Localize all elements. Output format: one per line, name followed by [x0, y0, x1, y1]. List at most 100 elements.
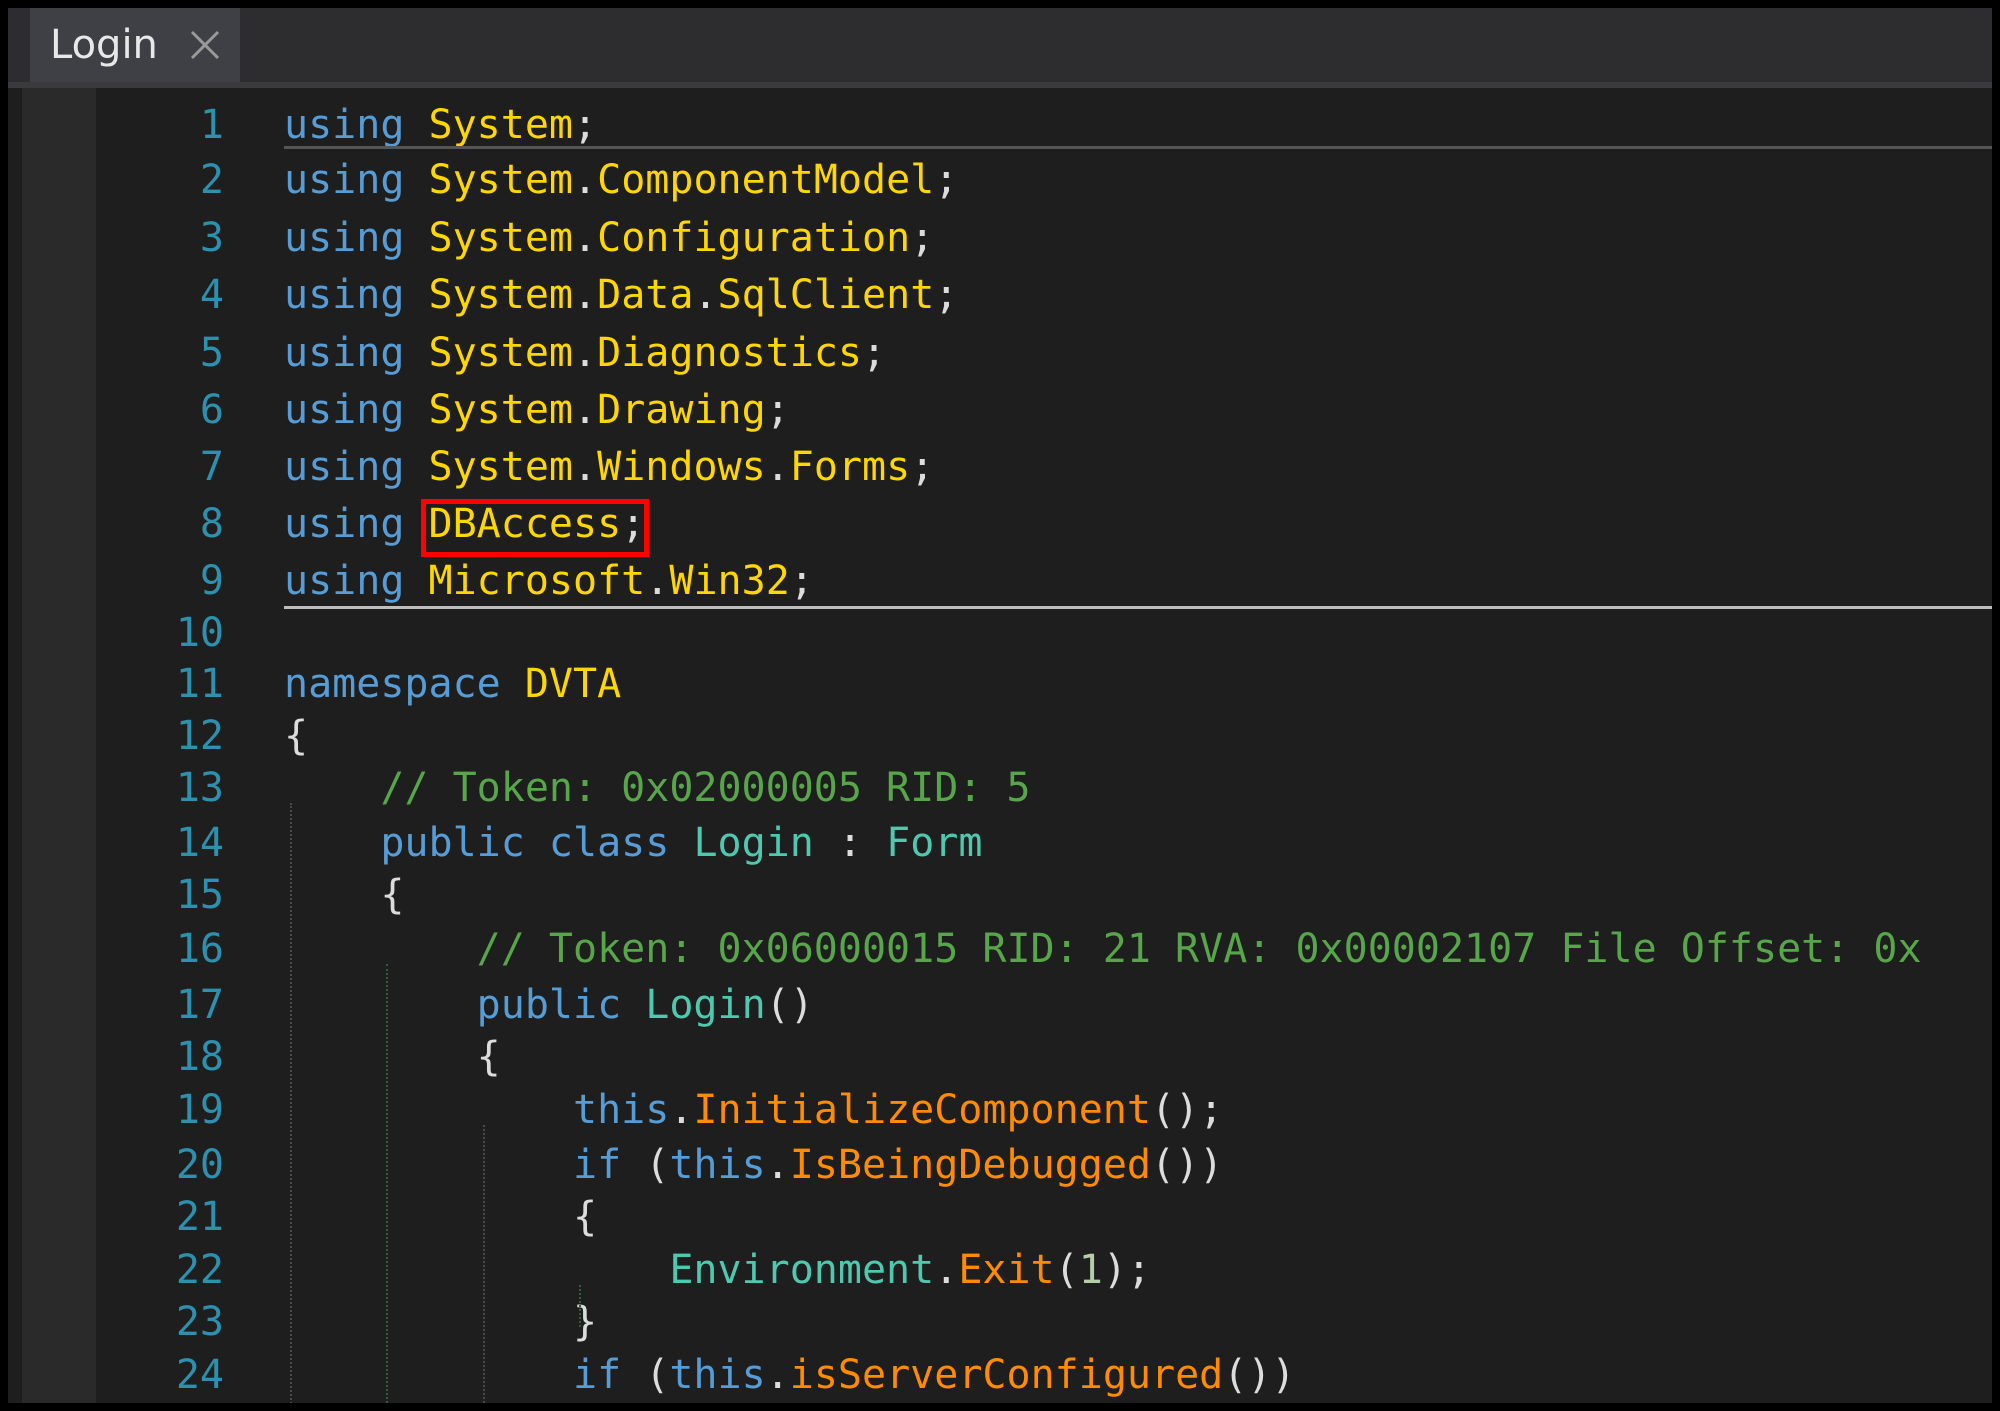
line-number: 3	[199, 215, 224, 261]
line-number: 17	[175, 982, 224, 1028]
code-token: ;	[910, 215, 935, 261]
line-number: 19	[175, 1087, 224, 1133]
code-line: 23 }	[8, 1297, 1992, 1347]
code-token: public	[476, 982, 622, 1028]
code-line: 13 // Token: 0x02000005 RID: 5	[8, 763, 1992, 813]
code-text: using System.Windows.Forms;	[284, 442, 934, 492]
code-line: 2 using System.ComponentModel;	[8, 155, 1992, 205]
code-token: using	[284, 330, 405, 376]
code-token: using	[284, 157, 405, 203]
line-number: 22	[175, 1247, 224, 1293]
code-token: .	[573, 215, 598, 261]
code-token: this	[669, 1142, 766, 1188]
code-editor[interactable]: 1 using System; 2 using System. ComponentMod…	[8, 88, 1992, 1403]
close-icon[interactable]	[188, 28, 222, 62]
code-token: ;	[862, 330, 887, 376]
code-token: public	[380, 820, 525, 866]
indent-guide	[386, 964, 389, 1403]
code-text: using System.Diagnostics;	[284, 328, 886, 378]
code-token: Login	[693, 820, 814, 866]
code-token: System	[428, 102, 574, 148]
code-token: .	[765, 1142, 790, 1188]
line-number: 12	[175, 713, 224, 759]
code-token: );	[1102, 1247, 1151, 1293]
code-token: .	[573, 387, 598, 433]
code-token: if	[572, 1142, 622, 1188]
code-token: DVTA	[524, 661, 622, 707]
code-line: 8 using DBAccess;	[8, 499, 1992, 549]
code-token: using	[284, 501, 405, 547]
code-token: (	[621, 1142, 670, 1188]
code-token: namespace	[284, 661, 501, 707]
code-token: if	[572, 1352, 622, 1398]
code-token: using	[284, 387, 405, 433]
highlight-box	[420, 499, 650, 557]
code-line: 5 using System.Diagnostics;	[8, 328, 1992, 378]
code-line: 12 {	[8, 711, 1992, 761]
code-token: ())	[1223, 1352, 1296, 1398]
code-token: Diagnostics	[597, 330, 863, 376]
code-token: .	[765, 1352, 790, 1398]
code-token: ;	[934, 272, 959, 318]
code-token: ;	[573, 102, 598, 148]
current-line-border	[284, 146, 1992, 149]
code-token: Win32	[669, 558, 790, 604]
code-text: public Login()	[284, 980, 814, 1030]
tab-login[interactable]: Login	[30, 8, 240, 82]
code-line: 20 if (this.IsBeingDebugged())	[8, 1140, 1992, 1190]
code-token: (	[621, 1352, 670, 1398]
indent-guide	[579, 1285, 582, 1327]
code-token: (	[1054, 1247, 1079, 1293]
code-token: Drawing	[597, 387, 766, 433]
code-line: 15 {	[8, 870, 1992, 920]
code-token: class	[548, 820, 670, 866]
code-token: this	[572, 1087, 670, 1133]
code-text: using System.Configuration;	[284, 213, 934, 263]
code-line: 1 using System;	[8, 100, 1992, 150]
code-text: public class Login : Form	[284, 818, 982, 868]
line-number: 23	[175, 1299, 224, 1345]
line-number: 2	[199, 157, 224, 203]
line-number: 9	[199, 558, 224, 604]
code-token: {	[284, 1034, 501, 1080]
code-text: Environment.Exit(1);	[284, 1245, 1151, 1295]
indent-guide	[290, 803, 292, 1403]
code-token: ComponentModel	[597, 157, 935, 203]
code-token: {	[284, 713, 309, 759]
code-line: 18 {	[8, 1032, 1992, 1082]
code-token: SqlClient	[717, 272, 935, 318]
code-token: ())	[1150, 1142, 1224, 1188]
code-text: {	[284, 1032, 501, 1082]
code-token: isServerConfigured	[789, 1352, 1224, 1398]
code-token: .	[573, 272, 598, 318]
code-token: {	[284, 872, 405, 918]
line-number: 14	[175, 820, 224, 866]
line-number: 18	[175, 1034, 224, 1080]
region-separator	[284, 606, 1992, 609]
code-token: Exit	[958, 1247, 1055, 1293]
code-token: .	[573, 444, 598, 490]
code-token: Configuration	[597, 215, 911, 261]
code-token: ();	[1150, 1087, 1224, 1133]
line-number: 10	[175, 610, 224, 656]
editor-window: Login 1 using System; 2 using System. Compon…	[0, 0, 2000, 1411]
code-text: // Token: 0x02000005 RID: 5	[284, 763, 1031, 813]
line-number: 15	[175, 872, 224, 918]
line-number: 13	[175, 765, 224, 811]
code-token: ;	[910, 444, 935, 490]
code-token: // Token: 0x02000005 RID: 5	[380, 765, 1031, 811]
code-text: using System.Data.SqlClient;	[284, 270, 958, 320]
code-text: }	[284, 1297, 597, 1347]
